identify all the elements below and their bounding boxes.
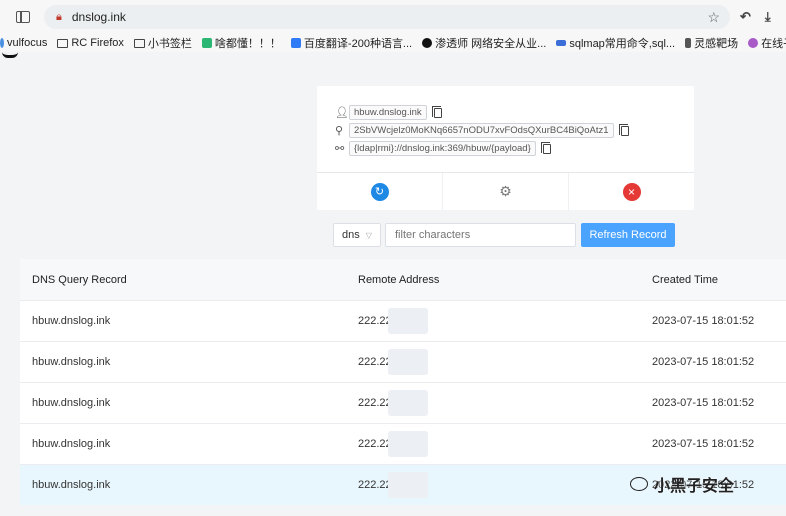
- table-row[interactable]: hbuw.dnslog.ink 222.22 2023-07-15 18:01:…: [20, 382, 786, 423]
- address-text: 222.22: [358, 315, 392, 327]
- address-cell: 222.22: [358, 431, 652, 457]
- page-content: 👤︎ hbuw.dnslog.ink ⚲ 2SbVWcjelz0MoKNq665…: [0, 52, 786, 516]
- address-cell: 222.22: [358, 308, 652, 334]
- folder-icon: [133, 38, 145, 48]
- redaction-mask: [388, 349, 428, 375]
- record-type-value: dns: [342, 229, 360, 241]
- address-text: 222.22: [358, 438, 392, 450]
- refresh-action[interactable]: ↻: [317, 173, 442, 210]
- domain-row: 👤︎ hbuw.dnslog.ink: [335, 105, 442, 120]
- watermark: 小黑子安全: [630, 472, 734, 496]
- time-cell: 2023-07-15 18:01:52: [652, 397, 755, 409]
- bookmark-label: RC Firefox: [71, 37, 124, 49]
- bookmark-label: 啥都懂！！！: [214, 38, 281, 50]
- redaction-mask: [388, 431, 428, 457]
- url-text[interactable]: dnslog.ink: [72, 10, 126, 24]
- refresh-icon[interactable]: ↻: [370, 182, 389, 201]
- bookmark-label: 百度翻译-200种语言...: [303, 38, 413, 50]
- table-header: DNS Query Record Remote Address Created …: [20, 259, 786, 300]
- token-tag[interactable]: 2SbVWcjelz0MoKNq6657nODU7xvFOdsQXurBC4Bi…: [349, 123, 614, 138]
- face-icon: [748, 38, 759, 48]
- bookmark-label: 在线子域: [761, 38, 786, 50]
- table-row[interactable]: hbuw.dnslog.ink 222.22 2023-07-15 18:01:…: [20, 423, 786, 464]
- logo-icon: [2, 52, 18, 58]
- close-icon[interactable]: ×: [622, 182, 641, 201]
- bookmark-label: 渗透师 网络安全从业...: [435, 38, 547, 50]
- url-bar[interactable]: 🔒︎ dnslog.ink ☆: [44, 5, 730, 29]
- link-icon: ⚯: [335, 143, 345, 155]
- bookmark-vulfocus[interactable]: vulfocus: [0, 37, 47, 49]
- bookmark-rc-firefox[interactable]: RC Firefox: [57, 37, 124, 49]
- bookmark-pentester[interactable]: 渗透师 网络安全从业...: [422, 35, 546, 51]
- download-icon[interactable]: ⤓: [765, 9, 771, 25]
- bookmarks-bar: vulfocus RC Firefox 小书签栏 啥都懂！！！ 百度翻译-200…: [0, 34, 786, 52]
- gear-icon[interactable]: ⚙: [499, 183, 512, 200]
- bookmark-know-all[interactable]: 啥都懂！！！: [201, 35, 281, 51]
- card-actions: ↻ ⚙ ×: [317, 173, 694, 210]
- browser-toolbar: 🔒︎ dnslog.ink ☆ ↶ ⤓: [0, 0, 786, 34]
- domain-tag[interactable]: hbuw.dnslog.ink: [349, 105, 427, 120]
- time-cell: 2023-07-15 18:01:52: [652, 356, 755, 368]
- close-action[interactable]: ×: [568, 173, 694, 210]
- query-cell: hbuw.dnslog.ink: [32, 479, 111, 491]
- site-icon: [201, 38, 212, 48]
- bookmark-label: vulfocus: [7, 37, 48, 49]
- address-text: 222.22: [358, 397, 392, 409]
- user-icon: 👤︎: [335, 107, 349, 119]
- refresh-record-button[interactable]: Refresh Record: [581, 223, 675, 247]
- redaction-mask: [388, 308, 428, 334]
- time-cell: 2023-07-15 18:01:52: [652, 438, 755, 450]
- payload-tag[interactable]: {ldap|rmi}://dnslog.ink:369/hbuw/{payloa…: [349, 141, 536, 156]
- address-text: 222.22: [358, 479, 392, 491]
- vulfocus-icon: [0, 38, 4, 48]
- info-card: 👤︎ hbuw.dnslog.ink ⚲ 2SbVWcjelz0MoKNq665…: [317, 86, 694, 210]
- shield-icon: [422, 38, 433, 48]
- copy-icon[interactable]: [618, 123, 629, 136]
- column-header: Created Time: [652, 273, 719, 286]
- time-cell: 2023-07-15 18:01:52: [652, 315, 755, 327]
- wechat-icon: [630, 477, 648, 491]
- bookmark-label: 小书签栏: [147, 38, 192, 50]
- star-bookmark-icon[interactable]: ☆: [707, 9, 720, 26]
- undo-icon[interactable]: ↶: [740, 9, 751, 25]
- bookmark-small-bookmarks[interactable]: 小书签栏: [133, 35, 192, 51]
- watermark-text: 小黑子安全: [654, 478, 735, 495]
- bookmark-online-subdomain[interactable]: 在线子域: [748, 35, 786, 51]
- bookmark-sqlmap[interactable]: sqlmap常用命令,sql...: [556, 35, 675, 51]
- column-header: Remote Address: [358, 273, 440, 286]
- table-row[interactable]: hbuw.dnslog.ink 222.22 2023-07-15 18:01:…: [20, 300, 786, 341]
- address-text: 222.22: [358, 356, 392, 368]
- query-cell: hbuw.dnslog.ink: [32, 315, 111, 327]
- payload-row: ⚯ {ldap|rmi}://dnslog.ink:369/hbuw/{payl…: [335, 141, 551, 156]
- key-icon: ⚲: [335, 125, 344, 137]
- sidebar-toggle-icon[interactable]: [16, 11, 30, 23]
- redaction-mask: [388, 390, 428, 416]
- address-cell: 222.22: [358, 390, 652, 416]
- chevron-down-icon: ▽: [365, 230, 372, 240]
- redaction-mask: [388, 472, 428, 498]
- query-cell: hbuw.dnslog.ink: [32, 356, 111, 368]
- settings-action[interactable]: ⚙: [442, 173, 568, 210]
- query-cell: hbuw.dnslog.ink: [32, 438, 111, 450]
- record-type-select[interactable]: dns ▽: [333, 223, 381, 247]
- records-table: DNS Query Record Remote Address Created …: [20, 259, 786, 505]
- copy-icon[interactable]: [540, 141, 551, 154]
- copy-icon[interactable]: [431, 105, 442, 118]
- address-cell: 222.22: [358, 349, 652, 375]
- address-cell: 222.22: [358, 472, 652, 498]
- query-cell: hbuw.dnslog.ink: [32, 397, 111, 409]
- bookmark-baidu-translate[interactable]: 百度翻译-200种语言...: [290, 35, 413, 51]
- site-info-icon[interactable]: 🔒︎: [56, 11, 62, 24]
- bookmark-icon: [685, 38, 692, 48]
- token-row: ⚲ 2SbVWcjelz0MoKNq6657nODU7xvFOdsQXurBC4…: [335, 123, 629, 138]
- bookmark-label: 灵感靶场: [694, 38, 739, 50]
- folder-icon: [57, 38, 69, 48]
- translate-icon: [290, 38, 301, 48]
- table-row[interactable]: hbuw.dnslog.ink 222.22 2023-07-15 18:01:…: [20, 341, 786, 382]
- bookmark-inspiration-range[interactable]: 灵感靶场: [685, 35, 738, 51]
- bookmark-label: sqlmap常用命令,sql...: [569, 38, 676, 50]
- site-icon: [556, 40, 567, 46]
- column-header: DNS Query Record: [32, 273, 127, 286]
- filter-input[interactable]: [385, 223, 576, 247]
